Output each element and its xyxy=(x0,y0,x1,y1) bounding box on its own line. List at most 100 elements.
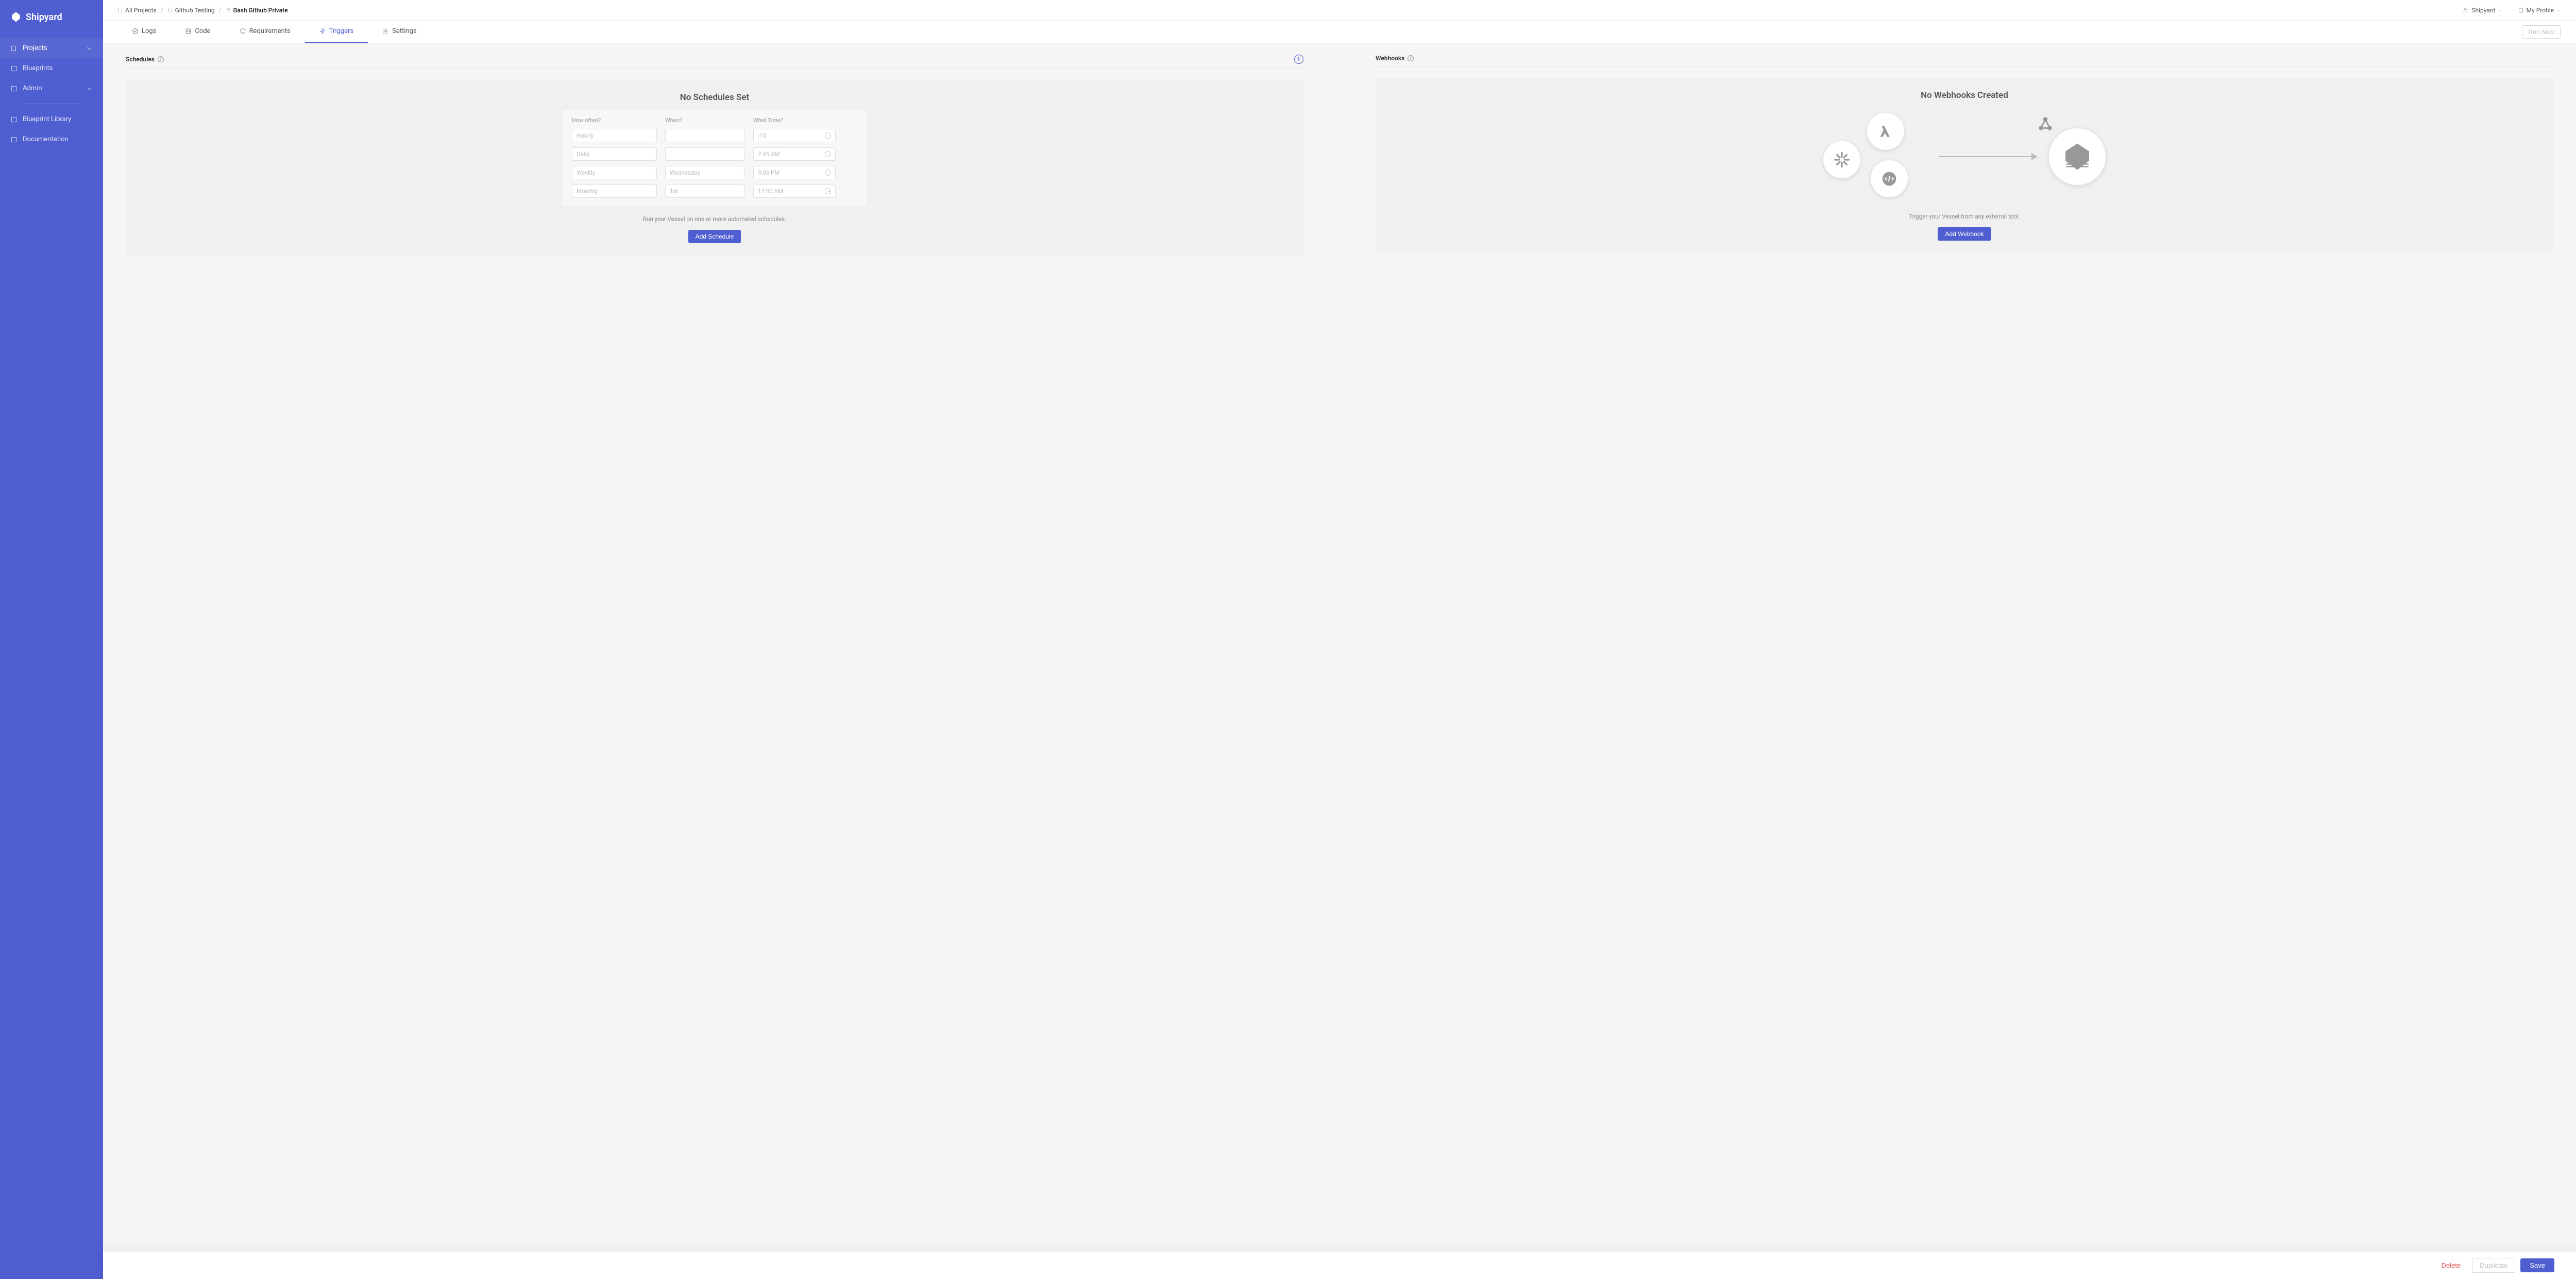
sched-head-time: What Time? xyxy=(753,117,836,124)
tab-requirements[interactable]: Requirements xyxy=(225,21,305,43)
duplicate-button[interactable]: Duplicate xyxy=(2472,1258,2515,1273)
breadcrumb-sep: / xyxy=(219,7,222,14)
logo-icon xyxy=(10,11,22,23)
brand-text: Shipyard xyxy=(26,12,62,23)
profile-dropdown[interactable]: My Profile xyxy=(2518,7,2561,14)
webhooks-desc: Trigger your Vessel from any external to… xyxy=(1386,213,2543,220)
gear-icon xyxy=(382,28,389,35)
webhooks-card: No Webhooks Created xyxy=(1376,78,2553,253)
clock-icon xyxy=(825,151,831,157)
chevron-down-icon xyxy=(2498,8,2502,12)
add-schedule-icon[interactable]: + xyxy=(1294,55,1303,64)
breadcrumb: All Projects / Github Testing / Bash Git… xyxy=(117,7,288,14)
shield-icon xyxy=(240,28,246,35)
webhooks-header: Webhooks ? xyxy=(1376,55,2553,66)
content: Schedules ? + No Schedules Set How often… xyxy=(103,43,2576,1279)
top-right: Shipyard My Profile xyxy=(2463,7,2561,14)
delete-button[interactable]: Delete xyxy=(2435,1258,2467,1272)
sidebar-item-blueprints[interactable]: Blueprints xyxy=(0,58,103,78)
chevron-down-icon xyxy=(86,85,93,92)
time-field: 9:05 PM xyxy=(753,166,836,179)
sidebar: Shipyard Projects Blueprints Admin xyxy=(0,0,103,1279)
webhooks-empty-title: No Webhooks Created xyxy=(1386,90,2543,100)
tool-cluster xyxy=(1823,113,1926,200)
clock-icon xyxy=(825,132,831,139)
sidebar-label: Blueprint Library xyxy=(23,115,71,123)
schedules-desc: Run your Vessel on one or more automated… xyxy=(136,215,1293,223)
breadcrumb-project[interactable]: Github Testing xyxy=(167,7,215,14)
freq-select: Monthly⌄ xyxy=(572,184,657,198)
chevron-down-icon xyxy=(2556,8,2561,12)
chevron-down-icon xyxy=(86,45,93,52)
sidebar-label: Blueprints xyxy=(23,64,53,72)
sched-row: Hourly⌄ :15 xyxy=(572,129,857,142)
org-dropdown[interactable]: Shipyard xyxy=(2463,7,2502,14)
clock-icon xyxy=(825,170,831,176)
lambda-icon xyxy=(1867,113,1904,150)
ship-icon xyxy=(2062,142,2092,172)
tabs: Logs Code Requirements Triggers Settings xyxy=(117,21,431,43)
arrow-icon xyxy=(1939,156,2037,157)
folder-icon xyxy=(10,45,18,52)
time-field: 7:45 AM xyxy=(753,147,836,161)
users-icon xyxy=(2463,7,2469,13)
bolt-icon xyxy=(319,28,326,35)
logo[interactable]: Shipyard xyxy=(0,6,103,38)
clock-icon xyxy=(825,188,831,194)
when-select: 1st⌄ xyxy=(665,184,745,198)
schedules-column: Schedules ? + No Schedules Set How often… xyxy=(126,55,1303,256)
sched-head-when: When? xyxy=(665,117,745,124)
main: All Projects / Github Testing / Bash Git… xyxy=(103,0,2576,1279)
topbar: All Projects / Github Testing / Bash Git… xyxy=(103,0,2576,21)
tab-code[interactable]: Code xyxy=(171,21,225,43)
tab-settings[interactable]: Settings xyxy=(368,21,431,43)
footer: Delete Duplicate Save xyxy=(103,1251,2576,1279)
library-icon xyxy=(10,116,18,123)
time-field: :15 xyxy=(753,129,836,142)
run-now-button[interactable]: Run Now xyxy=(2522,25,2561,39)
when-empty xyxy=(665,129,745,142)
freq-select: Weekly⌄ xyxy=(572,166,657,179)
tab-logs[interactable]: Logs xyxy=(117,21,171,43)
schedules-empty-title: No Schedules Set xyxy=(136,92,1293,103)
sched-row: Weekly⌄ Wednesday⌄ 9:05 PM xyxy=(572,166,857,179)
schedules-card: No Schedules Set How often? When? What T… xyxy=(126,80,1303,256)
save-button[interactable]: Save xyxy=(2520,1258,2554,1272)
breadcrumb-current: Bash Github Private xyxy=(226,7,288,14)
profile-icon xyxy=(2518,7,2524,13)
sidebar-item-documentation[interactable]: Documentation xyxy=(0,129,103,149)
freq-select: Daily⌄ xyxy=(572,147,657,161)
schedule-mock-box: How often? When? What Time? Hourly⌄ :15 … xyxy=(563,110,867,206)
breadcrumb-all-projects[interactable]: All Projects xyxy=(117,7,157,14)
sidebar-item-admin[interactable]: Admin xyxy=(0,78,103,98)
sidebar-label: Documentation xyxy=(23,136,69,143)
file-icon xyxy=(117,7,123,13)
sched-row: Daily⌄ 7:45 AM xyxy=(572,147,857,161)
breadcrumb-sep: / xyxy=(161,7,163,14)
webhook-icon xyxy=(2037,115,2054,134)
webhooks-diagram xyxy=(1386,108,2543,204)
help-icon[interactable]: ? xyxy=(1408,55,1414,61)
when-select: Wednesday⌄ xyxy=(665,166,745,179)
tab-triggers[interactable]: Triggers xyxy=(305,21,368,43)
sidebar-label: Projects xyxy=(23,44,47,52)
zapier-icon xyxy=(1823,141,1860,178)
sidebar-nav: Projects Blueprints Admin xyxy=(0,38,103,149)
tabs-bar: Logs Code Requirements Triggers Settings xyxy=(103,21,2576,43)
check-circle-icon xyxy=(132,28,139,35)
webhooks-title: Webhooks xyxy=(1376,55,1404,62)
schedules-title: Schedules xyxy=(126,56,155,63)
freq-select: Hourly⌄ xyxy=(572,129,657,142)
add-schedule-button[interactable]: Add Schedule xyxy=(688,230,741,243)
admin-icon xyxy=(10,85,18,92)
code-icon xyxy=(185,28,192,35)
time-field: 12:00 AM xyxy=(753,184,836,198)
sidebar-item-blueprint-library[interactable]: Blueprint Library xyxy=(0,109,103,129)
help-icon[interactable]: ? xyxy=(158,56,164,62)
webhooks-column: Webhooks ? No Webhooks Created xyxy=(1376,55,2553,256)
ship-target xyxy=(2049,128,2106,185)
blueprint-icon xyxy=(10,65,18,72)
add-webhook-button[interactable]: Add Webhook xyxy=(1938,227,1991,241)
lock-icon xyxy=(226,7,231,13)
sidebar-item-projects[interactable]: Projects xyxy=(0,38,103,58)
